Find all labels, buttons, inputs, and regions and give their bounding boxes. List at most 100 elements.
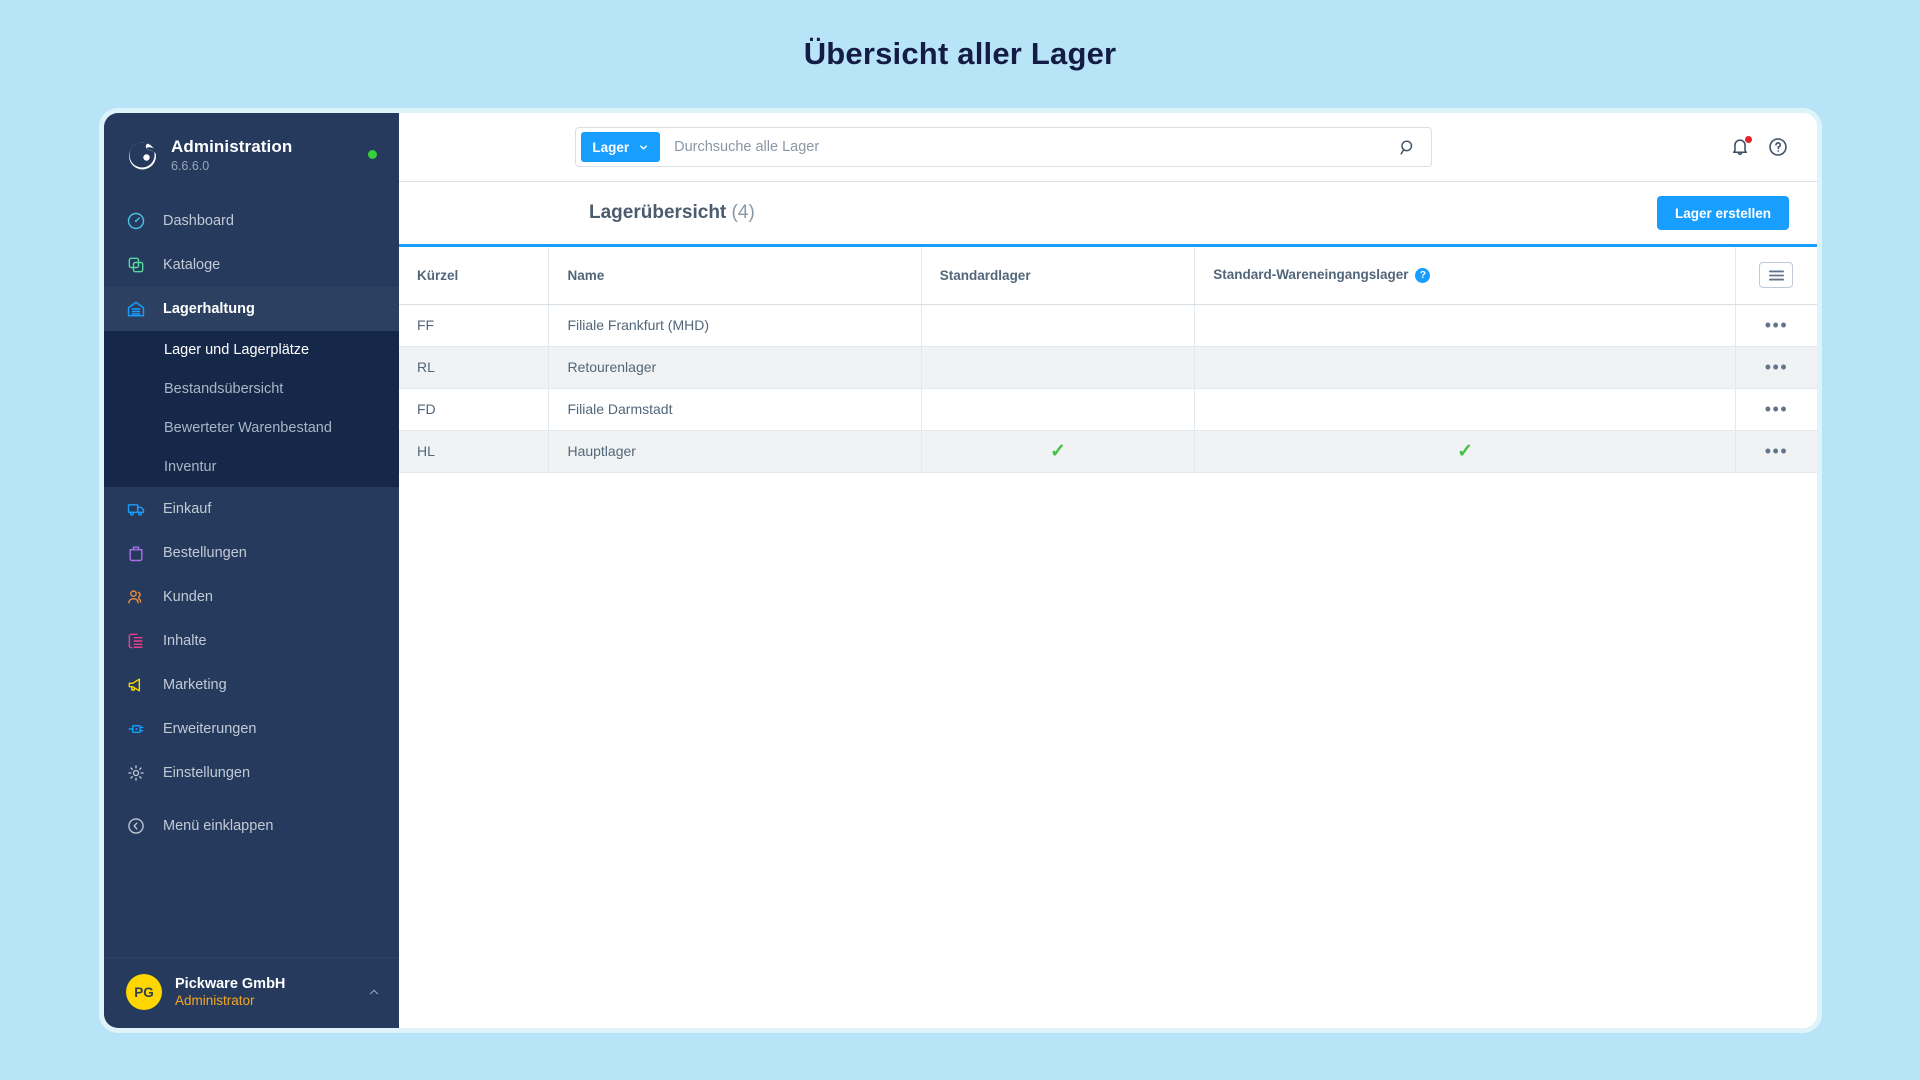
- plugin-icon: [128, 724, 144, 733]
- sidebar-item-kataloge[interactable]: Kataloge: [104, 243, 399, 287]
- table-settings-button[interactable]: [1759, 262, 1794, 289]
- cell-standardlager: [921, 388, 1196, 431]
- sidebar-item-label: Marketing: [163, 676, 227, 693]
- sidebar-subnav-lagerhaltung: Lager und Lagerplätze Bestandsübersicht …: [104, 330, 399, 487]
- warehouse-table-area: Kürzel Name Standardlager Standard-Waren…: [399, 247, 1817, 1028]
- cell-name: Filiale Frankfurt (MHD): [548, 304, 922, 347]
- sidebar-item-kunden[interactable]: Kunden: [104, 575, 399, 619]
- table-row[interactable]: HL Hauptlager ✓ ✓ •••: [399, 430, 1817, 473]
- search-icon[interactable]: [1398, 138, 1417, 157]
- column-header-kurzel[interactable]: Kürzel: [399, 247, 550, 305]
- table-row[interactable]: FD Filiale Darmstadt •••: [399, 388, 1817, 431]
- cell-standardlager: [921, 346, 1196, 389]
- cell-kurzel: FD: [399, 388, 550, 431]
- app-window: Administration 6.6.6.0 Dashboard Katalog…: [104, 113, 1817, 1028]
- main-content: Lager Durchsuche alle Lager Lagerübersic…: [399, 113, 1817, 1028]
- sidebar-item-lagerhaltung[interactable]: Lagerhaltung: [104, 286, 399, 331]
- warehouse-table: Kürzel Name Standardlager Standard-Waren…: [399, 247, 1817, 473]
- help-tooltip-icon[interactable]: ?: [1415, 268, 1431, 284]
- table-header-row: Kürzel Name Standardlager Standard-Waren…: [399, 247, 1817, 305]
- sidebar-item-label: Bestellungen: [163, 544, 247, 561]
- search-scope-label: Lager: [592, 139, 630, 155]
- sidebar-item-einkauf[interactable]: Einkauf: [104, 487, 399, 531]
- topbar: Lager: [399, 113, 1817, 182]
- sidebar-item-inhalte[interactable]: Inhalte: [104, 619, 399, 663]
- sidebar-item-einstellungen[interactable]: Einstellungen: [104, 751, 399, 795]
- user-name: Pickware GmbH: [175, 976, 286, 992]
- chevron-down-icon: [640, 144, 648, 150]
- sidebar-subitem-label: Bestandsübersicht: [164, 381, 284, 398]
- sidebar-item-label: Inhalte: [163, 632, 207, 649]
- cell-wareneingangslager: ✓: [1194, 430, 1736, 473]
- notification-badge: [1743, 135, 1753, 144]
- sidebar-collapse-menu[interactable]: Menü einklappen: [104, 804, 399, 848]
- user-profile[interactable]: PG Pickware GmbH Administrator: [104, 957, 399, 1028]
- chevron-left-circle-icon: [128, 818, 144, 834]
- brand-name: Administration: [171, 137, 293, 156]
- question-circle-icon: [1769, 138, 1787, 156]
- sidebar-item-marketing[interactable]: Marketing: [104, 663, 399, 707]
- cell-standardlager: [921, 304, 1196, 347]
- row-context-menu-button[interactable]: •••: [1765, 399, 1788, 419]
- cell-wareneingangslager: [1194, 304, 1736, 347]
- help-button[interactable]: [1767, 136, 1789, 158]
- cell-name: Hauptlager: [548, 430, 922, 473]
- sidebar-subitem-lager-und-lagerplaetze[interactable]: Lager und Lagerplätze: [104, 331, 399, 370]
- cell-kurzel: RL: [399, 346, 550, 389]
- users-icon: [128, 590, 142, 604]
- sidebar-item-label: Lagerhaltung: [163, 300, 255, 317]
- table-row[interactable]: RL Retourenlager •••: [399, 346, 1817, 389]
- megaphone-icon: [128, 678, 141, 692]
- sidebar-item-label: Erweiterungen: [163, 720, 257, 737]
- row-context-menu-button[interactable]: •••: [1765, 357, 1788, 377]
- warehouse-icon: [127, 301, 145, 317]
- sidebar-collapse-label: Menü einklappen: [163, 817, 274, 834]
- column-header-name[interactable]: Name: [548, 247, 922, 305]
- cell-actions: •••: [1735, 304, 1817, 347]
- content-title: Lagerübersicht (4): [589, 202, 755, 224]
- search-bar: Lager: [575, 127, 1433, 167]
- cell-actions: •••: [1735, 346, 1817, 389]
- status-dot: [368, 150, 377, 160]
- cell-name: Retourenlager: [548, 346, 922, 389]
- cell-kurzel: FF: [399, 304, 550, 347]
- cell-actions: •••: [1735, 430, 1817, 473]
- sidebar-item-dashboard[interactable]: Dashboard: [104, 199, 399, 243]
- gear-icon: [128, 765, 144, 781]
- cell-standardlager: ✓: [921, 430, 1196, 473]
- sidebar-item-bestellungen[interactable]: Bestellungen: [104, 531, 399, 575]
- chevron-up-icon: [369, 989, 379, 995]
- sidebar-item-label: Kunden: [163, 588, 213, 605]
- create-warehouse-button[interactable]: Lager erstellen: [1656, 196, 1789, 230]
- table-head: Kürzel Name Standardlager Standard-Waren…: [399, 247, 1817, 305]
- sidebar-item-label: Kataloge: [163, 256, 221, 273]
- search-scope-dropdown[interactable]: Lager: [581, 132, 661, 162]
- search-input[interactable]: [660, 139, 1399, 155]
- notifications-button[interactable]: [1729, 135, 1753, 158]
- column-header-label: Standard-Wareneingangslager: [1213, 267, 1409, 283]
- sidebar-subitem-inventur[interactable]: Inventur: [104, 448, 399, 487]
- sidebar-subitem-label: Inventur: [164, 459, 217, 476]
- dashboard-speedometer-icon: [127, 212, 145, 230]
- table-body: FF Filiale Frankfurt (MHD) ••• RL Retour…: [399, 304, 1817, 473]
- topbar-actions: [1729, 135, 1789, 158]
- cell-wareneingangslager: [1194, 346, 1736, 389]
- sidebar-subitem-bewerteter-warenbestand[interactable]: Bewerteter Warenbestand: [104, 409, 399, 448]
- truck-icon: [127, 504, 145, 516]
- table-row[interactable]: FF Filiale Frankfurt (MHD) •••: [399, 304, 1817, 347]
- cell-actions: •••: [1735, 388, 1817, 431]
- sidebar-nav: Dashboard Kataloge Lagerhaltung Lager un…: [104, 199, 399, 957]
- brand-version: 6.6.6.0: [171, 158, 210, 173]
- content-count: (4): [731, 202, 755, 223]
- column-header-wareneingangslager[interactable]: Standard-Wareneingangslager?: [1194, 247, 1736, 305]
- row-context-menu-button[interactable]: •••: [1765, 441, 1788, 461]
- row-context-menu-button[interactable]: •••: [1765, 315, 1788, 335]
- sidebar-item-erweiterungen[interactable]: Erweiterungen: [104, 707, 399, 751]
- sidebar-subitem-label: Bewerteter Warenbestand: [164, 420, 332, 437]
- sidebar-subitem-label: Lager und Lagerplätze: [164, 342, 310, 359]
- column-header-actions: [1735, 247, 1817, 305]
- avatar: PG: [126, 974, 162, 1010]
- column-header-standardlager[interactable]: Standardlager: [921, 247, 1196, 305]
- sidebar-item-label: Einstellungen: [163, 764, 251, 781]
- sidebar-subitem-bestandsuebersicht[interactable]: Bestandsübersicht: [104, 370, 399, 409]
